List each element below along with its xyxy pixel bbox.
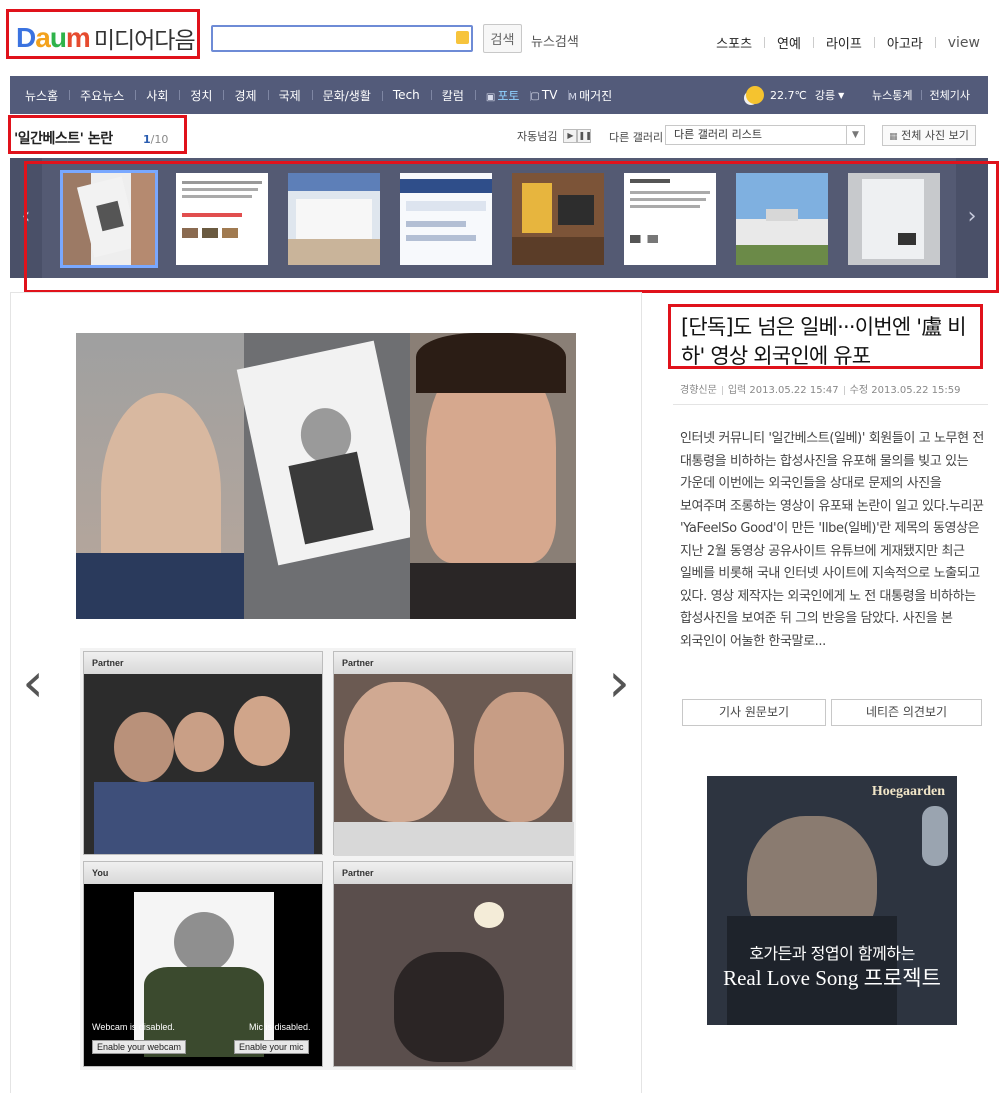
- weather-city: 강릉: [814, 89, 836, 102]
- article-meta: 경향신문 입력 2013.05.22 15:47 수정 2013.05.22 15:…: [680, 381, 961, 396]
- weather-widget[interactable]: 22.7℃ 강릉 ▼: [746, 76, 844, 114]
- thumbnail-2[interactable]: [176, 173, 268, 265]
- panel-label: Partner: [84, 652, 322, 674]
- logo-subtitle: 미디어다음: [93, 28, 196, 54]
- next-photo-button[interactable]: ›: [604, 656, 634, 713]
- nav-culture[interactable]: 문화/생활: [311, 87, 382, 104]
- divider: [873, 37, 875, 48]
- nav-top-news[interactable]: 주요뉴스: [69, 87, 135, 104]
- main-photo-bottom[interactable]: Partner Partner You Webcam is disabled. …: [80, 648, 576, 1070]
- view-all-photos-button[interactable]: ▦ 전체 사진 보기: [882, 125, 976, 146]
- gallery-select[interactable]: 다른 갤러리 리스트 ▼: [665, 125, 865, 145]
- video-panel-1: Partner: [83, 651, 323, 855]
- article-title: [단독]도 넘은 일베···이번엔 '盧 비하' 영상 외국인에 유포: [681, 315, 967, 368]
- nav-international[interactable]: 국제: [267, 87, 312, 104]
- weather-temp: 22.7℃: [770, 88, 807, 102]
- other-gallery-label: 다른 갤러리: [609, 131, 664, 144]
- divider: [812, 37, 814, 48]
- divider: [920, 90, 922, 100]
- top-nav-agora[interactable]: 아고라: [887, 33, 923, 52]
- autoplay-control: 자동넘김 ▶ ❚❚: [517, 128, 592, 144]
- mic-disabled-note: Mic is disabled.: [249, 1022, 311, 1032]
- nav-tv[interactable]: ▢ TV: [530, 88, 568, 102]
- main-nav-bar: 뉴스홈 주요뉴스 사회 정치 경제 국제 문화/생활 Tech 칼럼 ▣ 포토 ▢…: [10, 76, 988, 114]
- chevron-down-icon: ▼: [838, 90, 845, 100]
- autoplay-label: 자동넘김: [517, 130, 558, 143]
- enable-mic-button: Enable your mic: [234, 1040, 309, 1054]
- nav-photo[interactable]: ▣ 포토: [474, 87, 531, 104]
- tv-icon: ▢: [530, 91, 540, 102]
- top-nav-sports[interactable]: 스포츠: [716, 33, 752, 52]
- chevron-right-icon: ›: [967, 204, 977, 229]
- sun-icon: [746, 86, 764, 104]
- prev-photo-button[interactable]: ‹: [18, 656, 48, 713]
- chevron-right-icon: ›: [608, 651, 630, 714]
- thumbnail-strip: ‹ ›: [10, 158, 988, 278]
- panel-label: Partner: [334, 652, 572, 674]
- search-box[interactable]: [211, 25, 473, 52]
- article-modified: 수정 2013.05.22 15:59: [849, 385, 961, 396]
- panel-label: You: [84, 862, 322, 884]
- ad-subline: Real Love Song 프로젝트: [723, 966, 941, 990]
- gallery-title: '일간베스트' 논란: [14, 131, 113, 147]
- camera-icon: ▣: [485, 91, 496, 103]
- top-nav-view[interactable]: view: [948, 35, 980, 51]
- article-published: 입력 2013.05.22 15:47: [727, 385, 839, 396]
- article-body: 인터넷 커뮤니티 '일간베스트(일베)' 회원들이 고 노무현 전 대통령을 비…: [680, 431, 984, 649]
- nav-all-articles[interactable]: 전체기사: [930, 87, 970, 103]
- nav-politics[interactable]: 정치: [179, 87, 223, 104]
- daum-logo[interactable]: Daum 미디어다음: [16, 20, 196, 56]
- thumbnail-3[interactable]: [288, 173, 380, 265]
- strip-next-button[interactable]: ›: [956, 158, 988, 278]
- thumbnail-7[interactable]: [736, 173, 828, 265]
- enable-webcam-button: Enable your webcam: [92, 1040, 187, 1054]
- nav-society[interactable]: 사회: [135, 87, 179, 104]
- video-panel-2: Partner: [333, 651, 574, 856]
- nav-news-stats[interactable]: 뉴스통계: [872, 87, 912, 103]
- nav-news-home[interactable]: 뉴스홈: [14, 87, 69, 104]
- ad-brand: Hoegaarden: [871, 784, 945, 799]
- panel-label: Partner: [334, 862, 572, 884]
- divider: [673, 404, 988, 405]
- thumbnail-4[interactable]: [400, 173, 492, 265]
- nav-column[interactable]: 칼럼: [430, 87, 475, 104]
- netizen-comments-button[interactable]: 네티즌 의견보기: [831, 699, 982, 726]
- search-dropdown-icon[interactable]: [456, 31, 469, 44]
- thumbnail-5[interactable]: [512, 173, 604, 265]
- search-input[interactable]: [217, 27, 447, 49]
- nav-magazine[interactable]: M 매거진: [568, 87, 623, 104]
- video-panel-3: You Webcam is disabled. Mic is disabled.…: [83, 861, 323, 1067]
- grid-icon: ▦: [889, 132, 898, 142]
- nav-right-links: 뉴스통계 전체기사: [872, 76, 970, 114]
- webcam-disabled-note: Webcam is disabled.: [92, 1022, 175, 1032]
- divider: [764, 37, 766, 48]
- original-article-button[interactable]: 기사 원문보기: [682, 699, 826, 726]
- thumbnail-6[interactable]: [624, 173, 716, 265]
- play-icon[interactable]: ▶: [563, 129, 578, 143]
- article-source[interactable]: 경향신문: [680, 385, 717, 396]
- strip-prev-button[interactable]: ‹: [10, 158, 42, 278]
- main-photo-top[interactable]: [76, 333, 576, 619]
- thumbnail-1[interactable]: [60, 170, 158, 268]
- chevron-left-icon: ‹: [22, 651, 44, 714]
- advertisement-banner[interactable]: Hoegaarden 호가든과 정엽이 함께하는 Real Love Song …: [707, 776, 957, 1025]
- search-button[interactable]: 검색: [483, 24, 522, 53]
- top-nav-entertainment[interactable]: 연예: [777, 33, 801, 52]
- magazine-icon: M: [568, 91, 578, 103]
- news-search-link[interactable]: 뉴스검색: [531, 31, 579, 50]
- gallery-counter: 1/10: [143, 133, 169, 146]
- divider: [934, 37, 936, 48]
- nav-tech[interactable]: Tech: [381, 88, 431, 102]
- ad-headline: 호가든과 정엽이 함께하는: [749, 944, 915, 963]
- chevron-left-icon: ‹: [21, 204, 31, 229]
- top-nav-life[interactable]: 라이프: [826, 33, 862, 52]
- nav-economy[interactable]: 경제: [223, 87, 267, 104]
- thumbnail-8[interactable]: [848, 173, 940, 265]
- logo-wordmark: Daum: [16, 22, 91, 53]
- video-panel-4: Partner: [333, 861, 573, 1067]
- top-nav: 스포츠 연예 라이프 아고라 view: [716, 33, 980, 53]
- chevron-down-icon: ▼: [846, 126, 864, 144]
- pause-icon[interactable]: ❚❚: [577, 129, 592, 143]
